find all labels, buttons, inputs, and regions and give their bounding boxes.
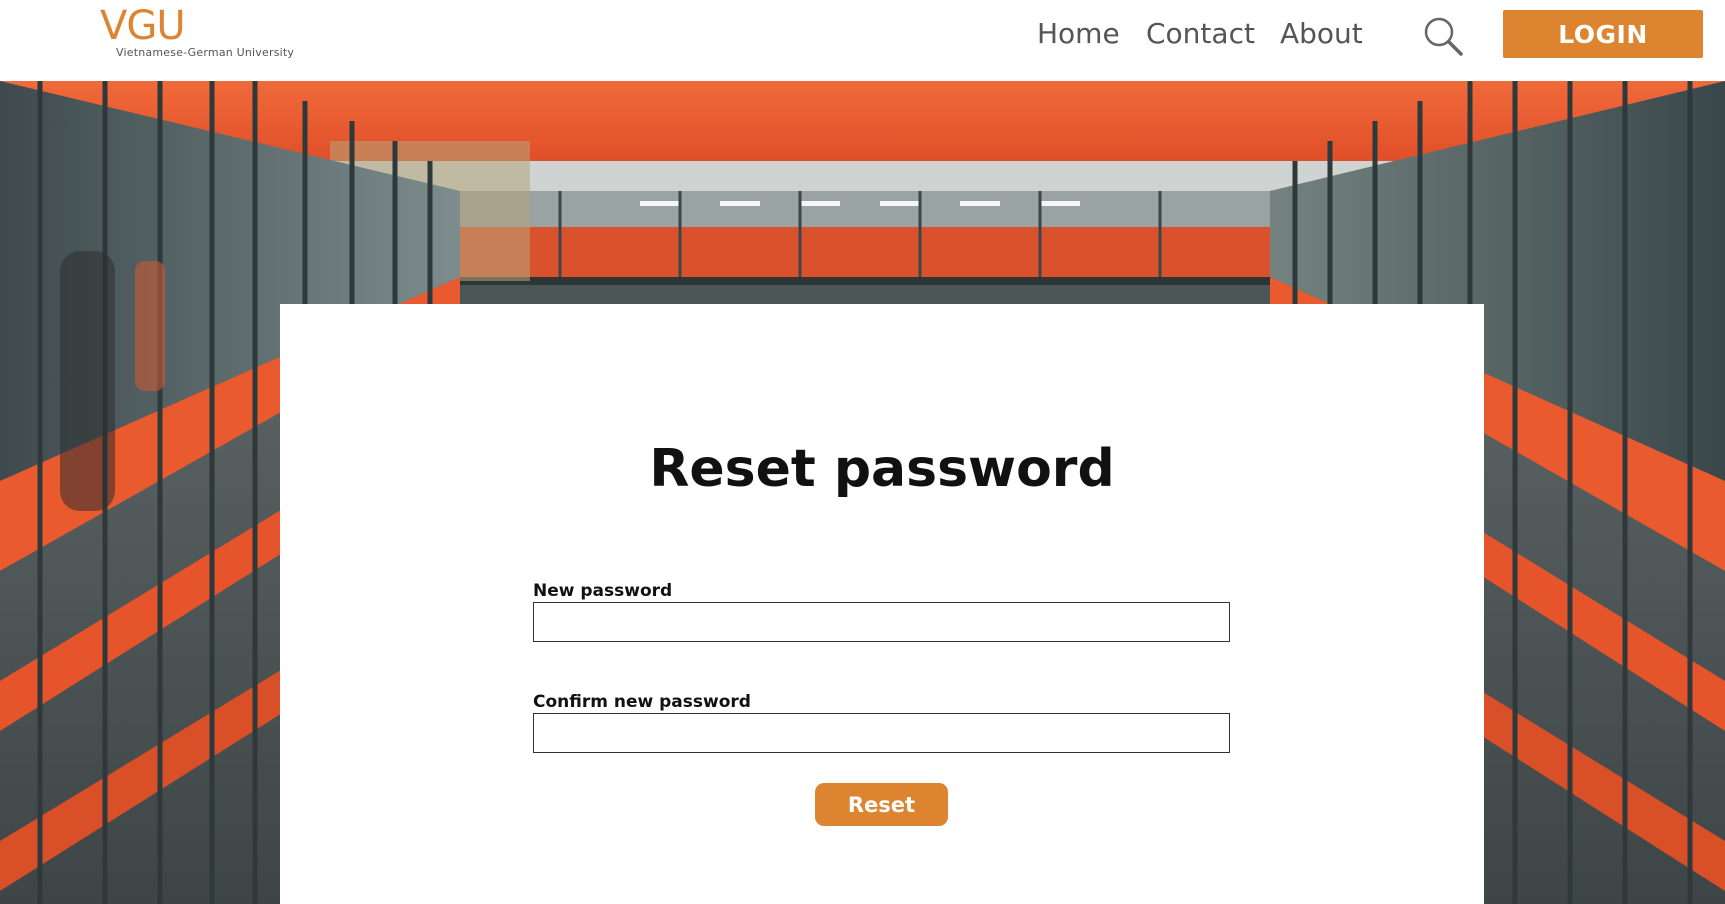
logo-subtitle: Vietnamese-German University [116,46,295,59]
site-header: VGU Vietnamese-German University Home Co… [0,0,1725,81]
search-icon[interactable] [1420,14,1466,60]
page-title: Reset password [649,439,1115,499]
reset-password-card: Reset password New password Confirm new … [280,304,1484,904]
nav-about[interactable]: About [1280,14,1363,54]
reset-button[interactable]: Reset [815,783,948,826]
confirm-password-input[interactable] [533,713,1230,753]
login-button[interactable]: LOGIN [1503,10,1703,58]
nav-contact[interactable]: Contact [1146,14,1255,54]
confirm-password-label: Confirm new password [533,692,751,712]
logo-letters: VGU [100,6,185,44]
vgu-logo-mark: VGU [100,6,186,44]
vgu-logo[interactable]: VGU Vietnamese-German University [100,6,294,62]
nav-home[interactable]: Home [1037,14,1120,54]
new-password-input[interactable] [533,602,1230,642]
new-password-label: New password [533,581,673,601]
